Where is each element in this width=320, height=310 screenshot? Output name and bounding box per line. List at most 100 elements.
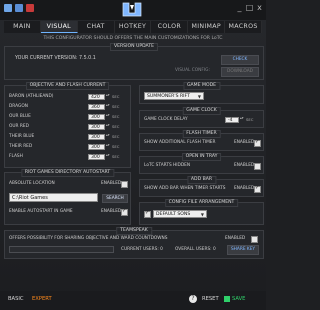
minimize-button[interactable]: _ — [235, 3, 244, 12]
riot-path-input[interactable]: C:\Riot Games — [9, 193, 98, 202]
panel-header: OPEN IN TRAY — [181, 153, 222, 161]
expert-button[interactable]: EXPERT — [32, 294, 52, 304]
objective-label: OUR RED — [9, 124, 29, 129]
stepper-icon[interactable]: ▴▾ — [106, 153, 110, 160]
panel-header: VERSION UPDATE — [109, 43, 159, 51]
autostart-checkbox[interactable] — [121, 208, 128, 216]
absolute-location-label: ABSOLUTE LOCATION — [9, 181, 55, 186]
open-in-tray-state: ENABLED — [234, 163, 255, 168]
autostart-label: ENABLE AUTOSTART IN GAME — [9, 209, 73, 214]
tab-chat[interactable]: CHAT — [77, 21, 115, 33]
config-file-checkbox[interactable] — [144, 210, 151, 218]
teamspeak-offer-checkbox[interactable] — [251, 236, 258, 243]
game-mode-value: SUMMONER'S RIFT — [147, 94, 190, 99]
close-button[interactable]: x — [255, 3, 264, 12]
unit-label: SEC — [112, 154, 120, 159]
absolute-location-checkbox[interactable] — [121, 181, 128, 188]
add-bar-label: SHOW ADD BAR WHEN TIMER STARTS — [144, 186, 226, 191]
tab-bar: MAIN VISUAL CHAT HOTKEY COLOR MINIMAP MA… — [4, 21, 263, 33]
add-bar-checkbox[interactable] — [254, 185, 261, 193]
panel-header: TEAMSPEAK — [116, 227, 152, 235]
overall-users-label: OVERALL USERS: 0 — [175, 247, 216, 252]
tab-visual[interactable]: VISUAL — [40, 21, 78, 33]
tab-main[interactable]: MAIN — [4, 21, 41, 33]
unit-label: SEC — [112, 94, 120, 99]
stepper-icon[interactable]: ▴▾ — [106, 123, 110, 130]
unit-label: SEC — [112, 144, 120, 149]
title-bar: _ □ x — [0, 0, 266, 20]
panel-header: GAME MODE — [182, 82, 221, 90]
objective-label: THEIR BLUE — [9, 134, 35, 139]
check-button[interactable]: CHECK — [221, 55, 259, 65]
version-update-panel: VERSION UPDATE YOUR CURRENT VERSION: 7.5… — [4, 43, 264, 80]
riot-directory-panel: RIOT GAMES DIRECTORY AUTOSTART ABSOLUTE … — [4, 169, 131, 225]
stepper-icon[interactable]: ▴▾ — [106, 143, 110, 150]
objective-flash-panel: OBJECTIVE AND FLASH CURRENT BARON (ATHLI… — [4, 82, 131, 168]
tab-macros[interactable]: MACROS — [225, 21, 263, 33]
unit-label: SEC — [112, 104, 120, 109]
open-in-tray-label: LoTC STARTS HIDDEN — [144, 163, 191, 168]
baron-timer-input[interactable]: 420 — [88, 94, 105, 100]
panel-header: OBJECTIVE AND FLASH CURRENT — [25, 82, 110, 90]
help-icon[interactable]: ? — [189, 295, 197, 303]
teamspeak-panel: TEAMSPEAK OFFERS POSSIBILITY FOR SHARING… — [4, 227, 264, 259]
game-clock-delay-label: GAME CLOCK DELAY — [144, 117, 188, 122]
tab-hotkey[interactable]: HOTKEY — [114, 21, 152, 33]
share-key-button[interactable]: SHARE KEY — [227, 245, 259, 255]
open-in-tray-checkbox[interactable] — [254, 163, 261, 170]
search-button[interactable]: SEARCH — [102, 194, 128, 203]
reset-button[interactable]: RESET — [202, 294, 219, 304]
dragon-timer-input[interactable]: 360 — [88, 104, 105, 110]
chevron-down-icon: ▼ — [197, 94, 201, 99]
objective-label: DRAGON — [9, 104, 28, 109]
unit-label: SEC — [112, 124, 120, 129]
their-blue-timer-input[interactable]: 300 — [88, 134, 105, 140]
maximize-button[interactable]: □ — [245, 3, 254, 12]
current-version-label: YOUR CURRENT VERSION: 7.5.0.1 — [15, 56, 96, 61]
bottom-bar: BASIC EXPERT ? RESET SAVE — [0, 291, 266, 310]
open-in-tray-panel: OPEN IN TRAY LoTC STARTS HIDDEN ENABLED — [139, 153, 264, 174]
panel-header: GAME CLOCK — [182, 107, 221, 115]
chevron-down-icon: ▼ — [200, 212, 204, 217]
flash-timer-input[interactable]: 300 — [88, 154, 105, 160]
game-mode-panel: GAME MODE SUMMONER'S RIFT ▼ — [139, 82, 264, 104]
add-bar-panel: ADD BAR SHOW ADD BAR WHEN TIMER STARTS E… — [139, 176, 264, 197]
add-bar-state: ENABLED — [234, 186, 255, 191]
our-red-timer-input[interactable]: 300 — [88, 124, 105, 130]
stepper-icon[interactable]: ▴▾ — [106, 133, 110, 140]
flash-timer-state: ENABLED — [234, 140, 255, 145]
stepper-icon[interactable]: ▴▾ — [240, 116, 244, 123]
stepper-icon[interactable]: ▴▾ — [106, 113, 110, 120]
config-file-value: DEFAULT SONS — [156, 212, 191, 217]
tab-color[interactable]: COLOR — [151, 21, 189, 33]
app-logo — [122, 2, 142, 17]
their-red-timer-input[interactable]: 300 — [88, 144, 105, 150]
config-file-select[interactable]: DEFAULT SONS ▼ — [153, 210, 207, 218]
config-file-panel: CONFIG FILE ARRANGEMENT DEFAULT SONS ▼ — [139, 199, 264, 225]
game-mode-select[interactable]: SUMMONER'S RIFT ▼ — [144, 92, 204, 100]
flash-timer-checkbox[interactable] — [254, 139, 261, 147]
twitter-icon[interactable] — [15, 4, 23, 12]
our-blue-timer-input[interactable]: 300 — [88, 114, 105, 120]
teamspeak-offer-state: ENABLED — [225, 236, 246, 241]
save-button[interactable]: SAVE — [232, 294, 245, 304]
stepper-icon[interactable]: ▴▾ — [106, 103, 110, 110]
absolute-location-state: ENABLED — [101, 181, 122, 186]
visual-config-label: VISUAL CONFIG: — [175, 68, 210, 73]
current-users-label: CURRENT USERS: 0 — [121, 247, 163, 252]
basic-button[interactable]: BASIC — [8, 294, 24, 304]
youtube-icon[interactable] — [26, 4, 34, 12]
teamspeak-key-input[interactable] — [9, 246, 114, 253]
configurator-window: _ □ x MAIN VISUAL CHAT HOTKEY COLOR MINI… — [0, 0, 266, 310]
autostart-state: ENABLED — [101, 209, 122, 214]
objective-label: FLASH — [9, 154, 23, 159]
objective-label: THEIR RED — [9, 144, 33, 149]
panel-header: CONFIG FILE ARRANGEMENT — [164, 199, 239, 207]
window-icon[interactable] — [4, 4, 12, 12]
stepper-icon[interactable]: ▴▾ — [106, 93, 110, 100]
panel-header: RIOT GAMES DIRECTORY AUTOSTART — [20, 169, 115, 177]
tab-minimap[interactable]: MINIMAP — [188, 21, 226, 33]
objective-label: OUR BLUE — [9, 114, 31, 119]
game-clock-delay-input[interactable]: -4 — [225, 117, 239, 123]
download-button[interactable]: DOWNLOAD — [221, 67, 259, 77]
